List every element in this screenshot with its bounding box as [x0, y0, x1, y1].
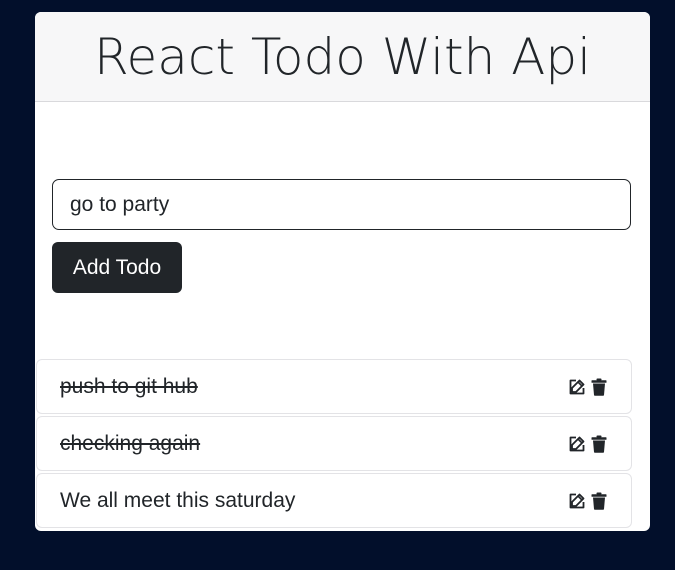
edit-icon[interactable]	[567, 376, 587, 398]
edit-icon[interactable]	[567, 433, 587, 455]
todo-text: We all meet this saturday	[60, 488, 296, 512]
todo-item: We all meet this saturday	[36, 473, 632, 528]
todo-input[interactable]	[52, 179, 631, 230]
card-header: React Todo With Api	[35, 12, 650, 102]
todo-item: checking again	[36, 416, 632, 471]
todo-text: checking again	[60, 431, 201, 455]
todo-card: React Todo With Api Add Todo push to git…	[35, 12, 650, 531]
trash-icon[interactable]	[589, 433, 609, 455]
todo-item: push to git hub	[36, 359, 632, 414]
page-title: React Todo With Api	[94, 27, 591, 86]
todo-list: push to git hub checking again We all me…	[36, 359, 632, 530]
trash-icon[interactable]	[589, 490, 609, 512]
add-todo-button[interactable]: Add Todo	[52, 242, 182, 293]
trash-icon[interactable]	[589, 376, 609, 398]
edit-icon[interactable]	[567, 490, 587, 512]
todo-text: push to git hub	[60, 374, 198, 398]
